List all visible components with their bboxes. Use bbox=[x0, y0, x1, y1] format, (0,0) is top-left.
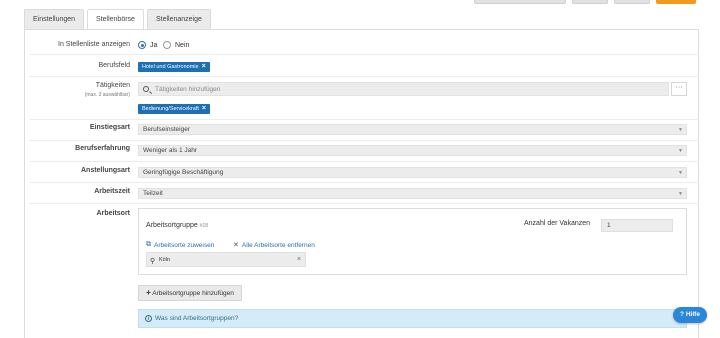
taetigkeiten-placeholder: Tätigkeiten hinzufügen bbox=[155, 86, 221, 93]
location-item: ⚲ Köln × bbox=[146, 252, 306, 267]
remove-all-locations-link[interactable]: ✕ Alle Arbeitsorte entfernen bbox=[233, 241, 315, 250]
taetigkeit-chip-label: Bedienung/Servicekraft bbox=[142, 106, 199, 112]
assign-locations-label: Arbeitsorte zuweisen bbox=[154, 241, 215, 249]
einstiegsart-select[interactable]: Berufseinsteiger ▼ bbox=[138, 124, 687, 135]
info-text: Was sind Arbeitsortgruppen? bbox=[155, 315, 239, 322]
info-banner[interactable]: i Was sind Arbeitsortgruppen? bbox=[138, 309, 687, 328]
add-group-label: Arbeitsortgruppe hinzufügen bbox=[152, 290, 234, 297]
anstellungsart-label: Anstellungsart bbox=[80, 167, 130, 174]
arbeitsortgruppe-card: Arbeitsortgruppe #18 Anzahl der Vakanzen… bbox=[138, 208, 687, 275]
remove-location-icon[interactable]: × bbox=[297, 253, 301, 267]
info-icon: i bbox=[145, 315, 152, 322]
berufserfahrung-label: Berufserfahrung bbox=[75, 145, 130, 152]
berufserfahrung-value: Weniger als 1 Jahr bbox=[143, 147, 198, 154]
location-name: Köln bbox=[159, 257, 171, 263]
help-button[interactable]: ? Hilfe bbox=[673, 307, 707, 323]
group-title-text: Arbeitsortgruppe bbox=[146, 222, 198, 229]
divider bbox=[30, 140, 699, 141]
close-icon: ✕ bbox=[233, 242, 239, 249]
search-icon bbox=[143, 86, 149, 92]
taetigkeiten-sublabel: (max. 3 auswählbar) bbox=[84, 92, 130, 98]
chevron-down-icon: ▼ bbox=[678, 127, 683, 133]
top-button-1[interactable] bbox=[474, 0, 566, 4]
berufserfahrung-select[interactable]: Weniger als 1 Jahr ▼ bbox=[138, 145, 687, 156]
assign-locations-link[interactable]: ⧉ Arbeitsorte zuweisen bbox=[146, 241, 214, 249]
vacancies-label: Anzahl der Vakanzen bbox=[524, 220, 591, 227]
radio-nein[interactable]: Nein bbox=[163, 41, 189, 49]
show-in-list-label: In Stellenliste anzeigen bbox=[58, 41, 130, 48]
add-group-button[interactable]: + Arbeitsortgruppe hinzufügen bbox=[138, 285, 242, 301]
taetigkeit-chip: Bedienung/Servicekraft × bbox=[138, 104, 210, 114]
divider bbox=[30, 203, 699, 204]
arbeitszeit-label: Arbeitszeit bbox=[94, 188, 130, 195]
divider bbox=[30, 54, 699, 55]
radio-nein-label: Nein bbox=[175, 41, 190, 49]
berufsfeld-chip: Hotel und Gastronomie × bbox=[138, 62, 210, 72]
divider bbox=[30, 76, 699, 77]
divider bbox=[30, 182, 699, 183]
vacancies-input[interactable]: 1 bbox=[601, 219, 673, 232]
radio-nein-dot[interactable] bbox=[163, 41, 171, 49]
group-number: #18 bbox=[199, 223, 209, 229]
berufsfeld-chip-label: Hotel und Gastronomie bbox=[142, 64, 199, 70]
arbeitsort-label: Arbeitsort bbox=[96, 210, 130, 217]
group-title: Arbeitsortgruppe #18 bbox=[146, 222, 208, 229]
top-primary-button[interactable] bbox=[656, 0, 696, 4]
remove-berufsfeld-icon[interactable]: × bbox=[202, 62, 206, 72]
tab-stellenboerse[interactable]: Stellenbörse bbox=[87, 9, 144, 30]
einstiegsart-label: Einstiegsart bbox=[89, 124, 130, 131]
remove-all-locations-label: Alle Arbeitsorte entfernen bbox=[241, 241, 315, 249]
chevron-down-icon: ▼ bbox=[678, 148, 683, 154]
anstellungsart-value: Geringfügige Beschäftigung bbox=[143, 169, 224, 176]
chevron-down-icon: ▼ bbox=[678, 170, 683, 176]
berufsfeld-label: Berufsfeld bbox=[98, 62, 130, 69]
divider bbox=[30, 119, 699, 120]
map-pin-icon: ⚲ bbox=[150, 258, 156, 265]
radio-ja-dot[interactable] bbox=[138, 41, 146, 49]
taetigkeiten-search-input[interactable]: Tätigkeiten hinzufügen bbox=[138, 82, 669, 96]
tab-einstellungen[interactable]: Einstellungen bbox=[24, 9, 85, 29]
einstiegsart-value: Berufseinsteiger bbox=[143, 126, 190, 133]
tab-stellenanzeige[interactable]: Stellenanzeige bbox=[146, 9, 211, 29]
help-label: Hilfe bbox=[685, 311, 700, 318]
radio-ja-label: Ja bbox=[150, 41, 158, 49]
external-link-icon: ⧉ bbox=[146, 241, 151, 248]
divider bbox=[30, 161, 699, 162]
anstellungsart-select[interactable]: Geringfügige Beschäftigung ▼ bbox=[138, 167, 687, 178]
tab-bar: Einstellungen Stellenbörse Stellenanzeig… bbox=[24, 9, 211, 30]
radio-ja[interactable]: Ja bbox=[138, 41, 157, 49]
arbeitszeit-select[interactable]: Teilzeit ▼ bbox=[138, 188, 687, 199]
remove-taetigkeit-icon[interactable]: × bbox=[202, 104, 206, 114]
chevron-down-icon: ▼ bbox=[678, 191, 683, 197]
top-button-3[interactable] bbox=[614, 0, 650, 4]
plus-icon: + bbox=[146, 288, 151, 297]
more-options-button[interactable]: ··· bbox=[671, 82, 687, 96]
help-icon: ? bbox=[680, 311, 685, 318]
top-button-2[interactable] bbox=[572, 0, 608, 4]
taetigkeiten-label: Tätigkeiten bbox=[95, 82, 130, 89]
arbeitszeit-value: Teilzeit bbox=[143, 190, 163, 197]
